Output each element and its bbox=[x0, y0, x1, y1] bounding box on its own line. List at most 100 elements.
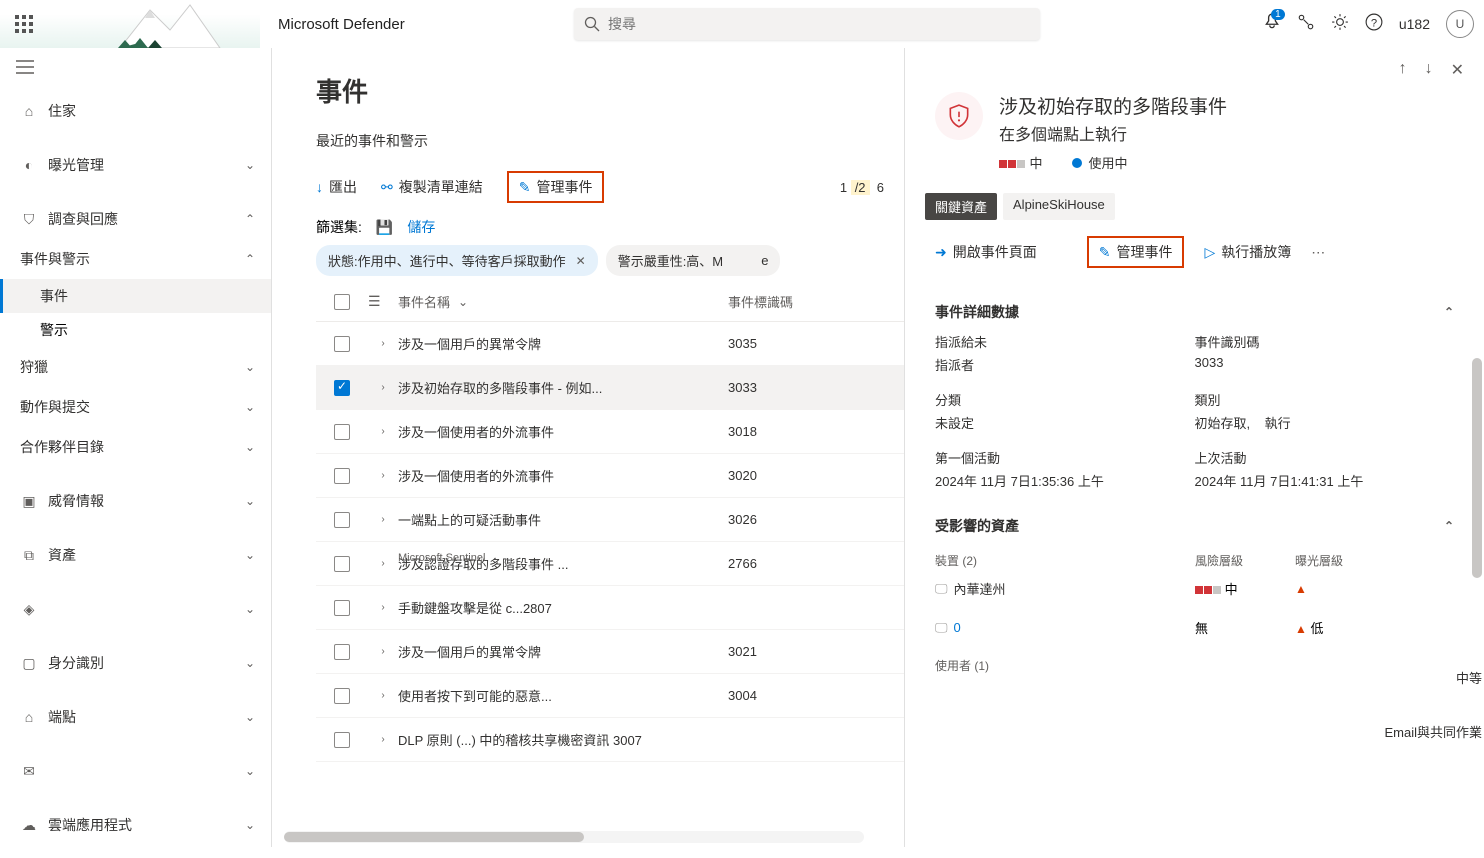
nav-sub-alerts[interactable]: 警示 bbox=[0, 313, 271, 347]
row-checkbox[interactable] bbox=[334, 468, 350, 484]
nav-hunting[interactable]: 狩獵⌄ bbox=[0, 347, 271, 387]
nav-endpoint[interactable]: ⌂端點⌄ bbox=[0, 697, 271, 737]
scrollbar-thumb[interactable] bbox=[1472, 358, 1482, 578]
table-row[interactable]: ›涉及初始存取的多階段事件 - 例如...3033 bbox=[316, 366, 904, 410]
expand-icon[interactable]: › bbox=[368, 514, 398, 525]
incident-name: 使用者按下到可能的惡意... bbox=[398, 686, 552, 705]
app-launcher[interactable] bbox=[0, 0, 48, 48]
save-icon[interactable]: 💾 bbox=[376, 219, 393, 236]
avatar[interactable]: U bbox=[1446, 10, 1474, 38]
panel-scrollbar[interactable] bbox=[1472, 358, 1482, 858]
connector-icon[interactable] bbox=[1297, 13, 1315, 36]
incident-id: 3020 bbox=[728, 468, 757, 483]
row-checkbox[interactable] bbox=[334, 380, 350, 396]
expand-icon[interactable]: › bbox=[368, 602, 398, 613]
nav-actions[interactable]: 動作與提交⌄ bbox=[0, 387, 271, 427]
table-row[interactable]: ›手動鍵盤攻擊是從 c...2807 bbox=[316, 586, 904, 630]
manage-incidents-button[interactable]: ✎管理事件 bbox=[507, 171, 605, 203]
row-checkbox[interactable] bbox=[334, 600, 350, 616]
nav-identity[interactable]: ▢身分識別⌄ bbox=[0, 643, 271, 683]
manage-incident-button[interactable]: ✎管理事件 bbox=[1087, 236, 1185, 268]
expand-icon[interactable]: › bbox=[368, 426, 398, 437]
table-row[interactable]: ›涉及一個用戶的異常令牌3021 bbox=[316, 630, 904, 674]
table-row[interactable]: ›涉及一個使用者的外流事件3018 bbox=[316, 410, 904, 454]
open-incident-page-button[interactable]: ➜開啟事件頁面 bbox=[935, 242, 1037, 262]
expand-icon[interactable]: › bbox=[368, 470, 398, 481]
global-search[interactable] bbox=[574, 8, 1040, 40]
row-checkbox[interactable] bbox=[334, 336, 350, 352]
export-button[interactable]: ↓匯出 bbox=[316, 177, 357, 197]
nav-investigate[interactable]: ⛉調查與回應⌃ bbox=[0, 199, 271, 239]
table-row[interactable]: ›涉及一個使用者的外流事件 3020 bbox=[316, 454, 904, 498]
close-icon[interactable]: ✕ bbox=[576, 254, 586, 268]
nav-threat-intel[interactable]: ▣威脅情報⌄ bbox=[0, 481, 271, 521]
incident-name: 涉及初始存取的多階段事件 - 例如... bbox=[398, 378, 602, 397]
table-row[interactable]: ›使用者按下到可能的惡意...3004 bbox=[316, 674, 904, 718]
filter-row: 篩選集: 💾 儲存 bbox=[316, 217, 904, 237]
tab-key-assets[interactable]: 關鍵資產 bbox=[925, 193, 997, 220]
row-checkbox[interactable] bbox=[334, 732, 350, 748]
email-icon: ✉ bbox=[20, 763, 38, 780]
chevron-up-icon: ⌃ bbox=[245, 252, 271, 266]
tab-alpine[interactable]: AlpineSkiHouse bbox=[1003, 193, 1115, 220]
section-details-header[interactable]: 事件詳細數據⌃ bbox=[935, 292, 1454, 332]
nav-cloud-apps[interactable]: ☁雲端應用程式⌄ bbox=[0, 805, 271, 845]
nav-exposure[interactable]: ◐曝光管理⌄ bbox=[0, 145, 271, 185]
sentinel-icon: ◈ bbox=[20, 601, 38, 618]
search-input[interactable] bbox=[608, 16, 1030, 32]
chip-status[interactable]: 狀態:作用中、進行中、等待客戶採取動作✕ bbox=[316, 245, 598, 276]
sort-icon[interactable]: ⌄ bbox=[458, 295, 468, 309]
expand-icon[interactable]: › bbox=[368, 558, 398, 569]
page-title: 事件 bbox=[316, 72, 904, 109]
incident-name: 涉及一個使用者的外流事件 bbox=[398, 466, 554, 485]
chevron-down-icon: ⌄ bbox=[245, 764, 255, 778]
last-activity-label: 上次活動 bbox=[1195, 448, 1455, 467]
nav-incidents-alerts[interactable]: 事件與警示⌃ bbox=[0, 239, 271, 279]
identity-icon: ▢ bbox=[20, 655, 38, 672]
warning-icon: ▲ bbox=[1295, 622, 1307, 636]
table-row[interactable]: ›DLP 原則 (...) 中的稽核共享機密資訊 3007 bbox=[316, 718, 904, 762]
table-row[interactable]: ›Microsoft Sentinel涉及認證存取的多階段事件 ...2766 bbox=[316, 542, 904, 586]
row-checkbox[interactable] bbox=[334, 556, 350, 572]
section-assets-header[interactable]: 受影響的資產⌃ bbox=[935, 506, 1454, 546]
chevron-down-icon: ⌄ bbox=[245, 494, 255, 508]
nav-sub-incidents[interactable]: 事件 bbox=[0, 279, 271, 313]
assigned-label: 指派給未 bbox=[935, 332, 1195, 351]
help-icon[interactable]: ? bbox=[1365, 13, 1383, 36]
row-checkbox[interactable] bbox=[334, 424, 350, 440]
select-all-checkbox[interactable] bbox=[334, 294, 350, 310]
nav-down-icon[interactable]: ↓ bbox=[1425, 60, 1433, 80]
row-checkbox[interactable] bbox=[334, 512, 350, 528]
device-row[interactable]: 🖵內華達州 中 ▲ bbox=[935, 569, 1454, 608]
row-checkbox[interactable] bbox=[334, 688, 350, 704]
hamburger-icon[interactable] bbox=[0, 48, 271, 91]
expand-icon[interactable]: › bbox=[368, 690, 398, 701]
nav-email[interactable]: ✉⌄ bbox=[0, 751, 271, 791]
chip-severity[interactable]: 警示嚴重性:高、M e bbox=[606, 245, 781, 276]
nav-sentinel[interactable]: ◈⌄ bbox=[0, 589, 271, 629]
run-playbook-button[interactable]: ▷執行播放簿 bbox=[1204, 242, 1291, 262]
horizontal-scrollbar[interactable] bbox=[284, 831, 864, 843]
scrollbar-thumb[interactable] bbox=[284, 832, 584, 842]
hierarchy-icon[interactable]: ☰ bbox=[368, 293, 381, 309]
table-row[interactable]: ›一端點上的可疑活動事件3026 bbox=[316, 498, 904, 542]
close-icon[interactable]: ✕ bbox=[1451, 60, 1464, 80]
table-row[interactable]: ›涉及一個用戶的異常令牌3035 bbox=[316, 322, 904, 366]
save-button[interactable]: 儲存 bbox=[407, 217, 435, 237]
expand-icon[interactable]: › bbox=[368, 734, 398, 745]
expand-icon[interactable]: › bbox=[368, 338, 398, 349]
gear-icon[interactable] bbox=[1331, 13, 1349, 36]
expand-icon[interactable]: › bbox=[368, 382, 398, 393]
nav-home[interactable]: ⌂住家 bbox=[0, 91, 271, 131]
nav-partner[interactable]: 合作夥伴目錄⌄ bbox=[0, 427, 271, 467]
expand-icon[interactable]: › bbox=[368, 646, 398, 657]
row-checkbox[interactable] bbox=[334, 644, 350, 660]
more-icon[interactable]: ⋯ bbox=[1311, 244, 1327, 261]
bell-icon[interactable]: 1 bbox=[1263, 13, 1281, 36]
nav-up-icon[interactable]: ↑ bbox=[1399, 60, 1407, 80]
nav-assets[interactable]: ⧉資產⌄ bbox=[0, 535, 271, 575]
chevron-down-icon: ⌄ bbox=[245, 548, 255, 562]
copy-link-button[interactable]: ⚯複製清單連結 bbox=[381, 177, 483, 197]
gauge-icon: ◐ bbox=[20, 157, 38, 173]
device-row[interactable]: 🖵0 無 ▲ 低 bbox=[935, 608, 1454, 647]
